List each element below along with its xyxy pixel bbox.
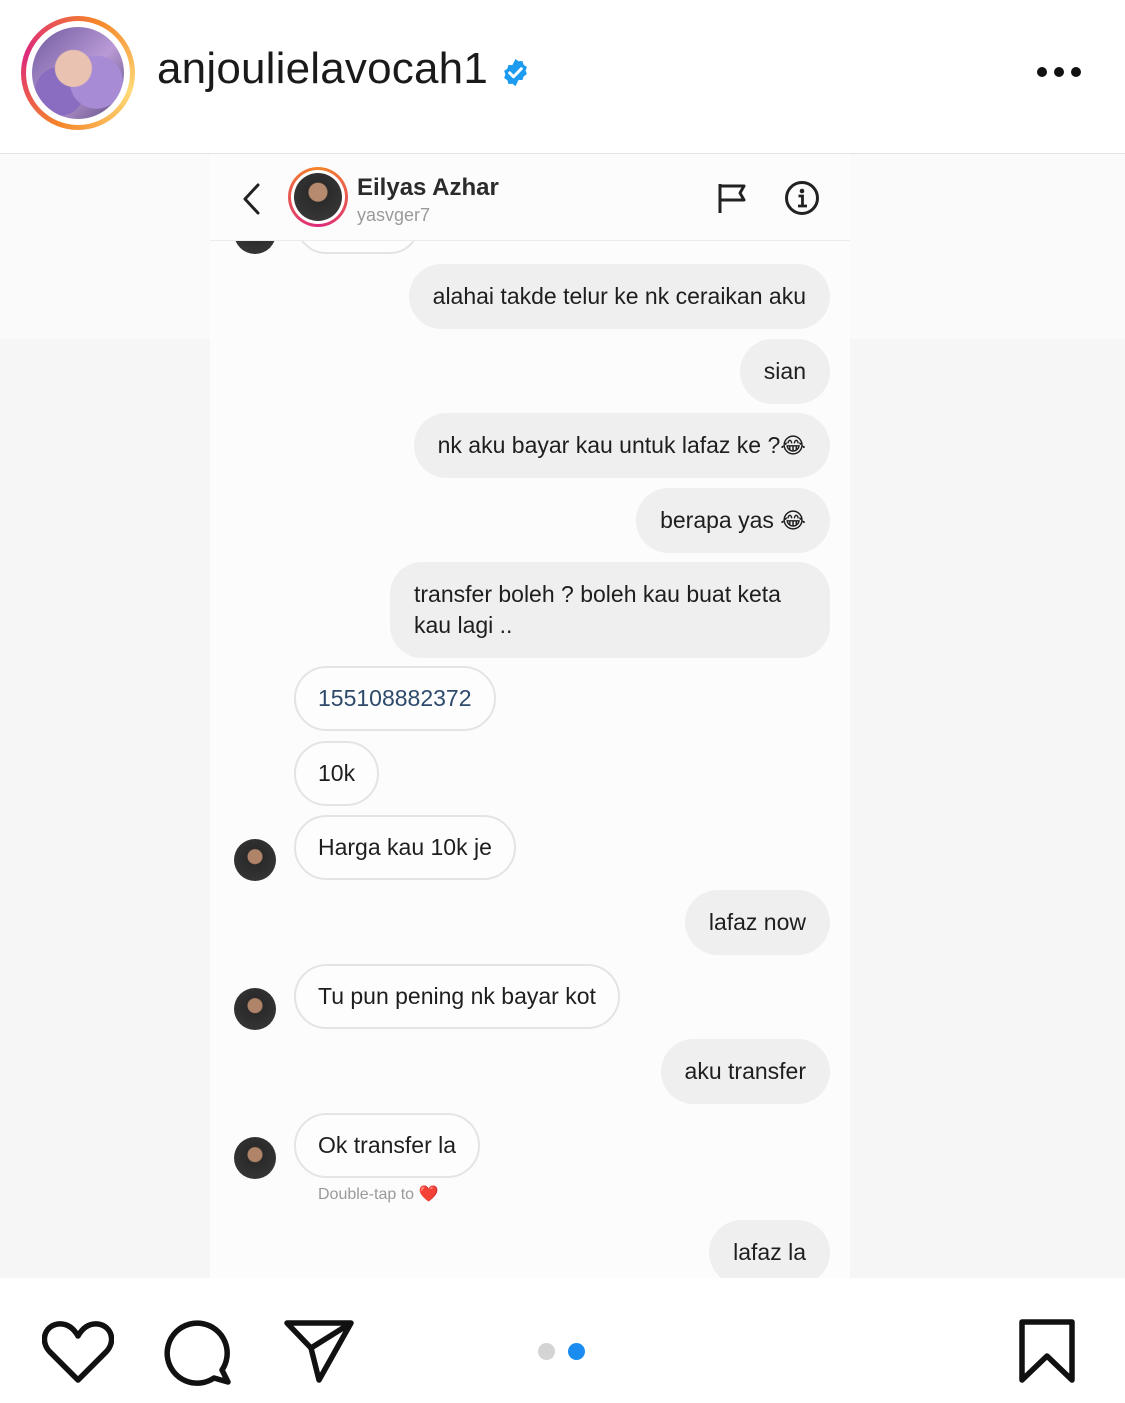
message-bubble-in: 10k xyxy=(294,741,380,806)
contact-mini-avatar xyxy=(234,1137,276,1179)
laughing-emoji-icon: 😂 xyxy=(780,433,806,458)
share-send-icon[interactable] xyxy=(283,1318,355,1384)
message-bubble-out: sian xyxy=(739,339,830,404)
double-tap-hint: Double-tap to ❤️ xyxy=(318,1186,439,1203)
message-bubble-out: lafaz la xyxy=(709,1220,830,1278)
profile-avatar[interactable] xyxy=(21,16,135,130)
username[interactable]: anjoulielavocah1 xyxy=(157,44,488,94)
chat-header: Eilyas Azhar yasvger7 xyxy=(210,154,850,241)
comment-icon[interactable] xyxy=(164,1318,234,1386)
verified-badge-icon xyxy=(504,58,527,87)
message-bubble-in: Ok transfer la xyxy=(294,1113,481,1178)
chat-contact-avatar xyxy=(288,167,348,227)
contact-mini-avatar xyxy=(234,988,276,1030)
message-bubble-in: 155108882372 xyxy=(294,666,496,731)
message-bubble-out: aku transfer xyxy=(660,1039,830,1104)
like-heart-icon[interactable] xyxy=(42,1320,114,1384)
heart-emoji-icon: ❤️ xyxy=(418,1186,439,1203)
back-arrow-icon xyxy=(243,183,260,215)
message-bubble-out: berapa yas 😂 xyxy=(636,488,830,553)
image-backdrop-right xyxy=(850,154,1125,1278)
profile-photo xyxy=(32,27,124,119)
message-bubble-in: Tu pun pening nk bayar kot xyxy=(294,964,620,1029)
chat-contact-name: Eilyas Azhar xyxy=(357,174,499,201)
message-bubble-out: nk aku bayar kau untuk lafaz ke ?😂 xyxy=(413,413,830,478)
carousel-dot-1 xyxy=(538,1343,555,1360)
post-image-chat-screenshot[interactable]: Eilyas Azhar yasvger7 alahai takde telur… xyxy=(210,154,850,1278)
carousel-dot-2-active xyxy=(568,1343,585,1360)
message-bubble-out: alahai takde telur ke nk ceraikan aku xyxy=(408,264,830,329)
chat-contact-handle: yasvger7 xyxy=(357,205,431,225)
message-bubble-out: transfer boleh ? boleh kau buat keta kau… xyxy=(390,562,830,658)
more-horizontal-icon[interactable] xyxy=(1036,64,1082,80)
contact-mini-avatar xyxy=(234,839,276,881)
image-backdrop-left xyxy=(0,154,210,1278)
info-icon xyxy=(785,181,819,215)
flag-icon xyxy=(718,184,746,213)
post-header: anjoulielavocah1 xyxy=(0,0,1125,154)
laughing-emoji-icon: 😂 xyxy=(780,508,806,533)
message-bubble-in: Harga kau 10k je xyxy=(294,815,516,880)
message-bubble-out: lafaz now xyxy=(684,890,830,955)
bookmark-save-icon[interactable] xyxy=(1018,1318,1076,1384)
